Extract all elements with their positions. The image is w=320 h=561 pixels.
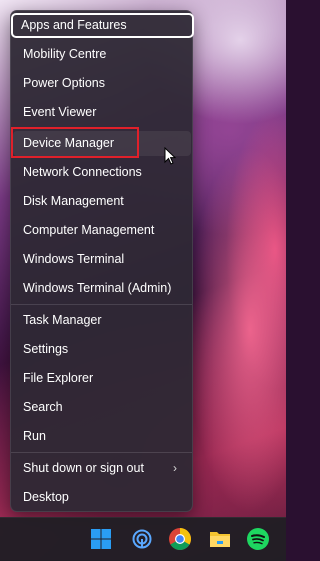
- menu-item-windows-terminal[interactable]: Windows Terminal: [13, 247, 191, 272]
- menu-item-shut-down-or-sign-out[interactable]: Shut down or sign out ›: [13, 456, 191, 481]
- winx-context-menu: Apps and Features Mobility Centre Power …: [10, 10, 194, 512]
- menu-separator: [11, 304, 192, 305]
- mouse-cursor-icon: [164, 147, 176, 165]
- menu-item-task-manager[interactable]: Task Manager: [13, 308, 191, 333]
- taskbar: [0, 517, 286, 561]
- menu-item-file-explorer[interactable]: File Explorer: [13, 366, 191, 391]
- windows-start-icon[interactable]: [89, 527, 113, 551]
- menu-item-mobility-centre[interactable]: Mobility Centre: [13, 42, 191, 67]
- chrome-icon[interactable]: [168, 527, 192, 551]
- spotify-icon[interactable]: [246, 527, 270, 551]
- menu-item-settings[interactable]: Settings: [13, 337, 191, 362]
- menu-item-power-options[interactable]: Power Options: [13, 71, 191, 96]
- annotation-highlight-box: [11, 127, 139, 158]
- chevron-right-icon: ›: [173, 461, 177, 475]
- menu-item-apps-and-features[interactable]: Apps and Features: [11, 13, 194, 38]
- menu-item-search[interactable]: Search: [13, 395, 191, 420]
- hotspot-icon[interactable]: [130, 527, 154, 551]
- menu-item-run[interactable]: Run: [13, 424, 191, 449]
- menu-item-disk-management[interactable]: Disk Management: [13, 189, 191, 214]
- menu-item-computer-management[interactable]: Computer Management: [13, 218, 191, 243]
- file-explorer-icon[interactable]: [208, 527, 232, 551]
- menu-item-windows-terminal-admin[interactable]: Windows Terminal (Admin): [13, 276, 191, 301]
- menu-item-event-viewer[interactable]: Event Viewer: [13, 100, 191, 125]
- menu-separator: [11, 452, 192, 453]
- menu-item-desktop[interactable]: Desktop: [13, 485, 191, 510]
- menu-item-label: Shut down or sign out: [23, 461, 144, 475]
